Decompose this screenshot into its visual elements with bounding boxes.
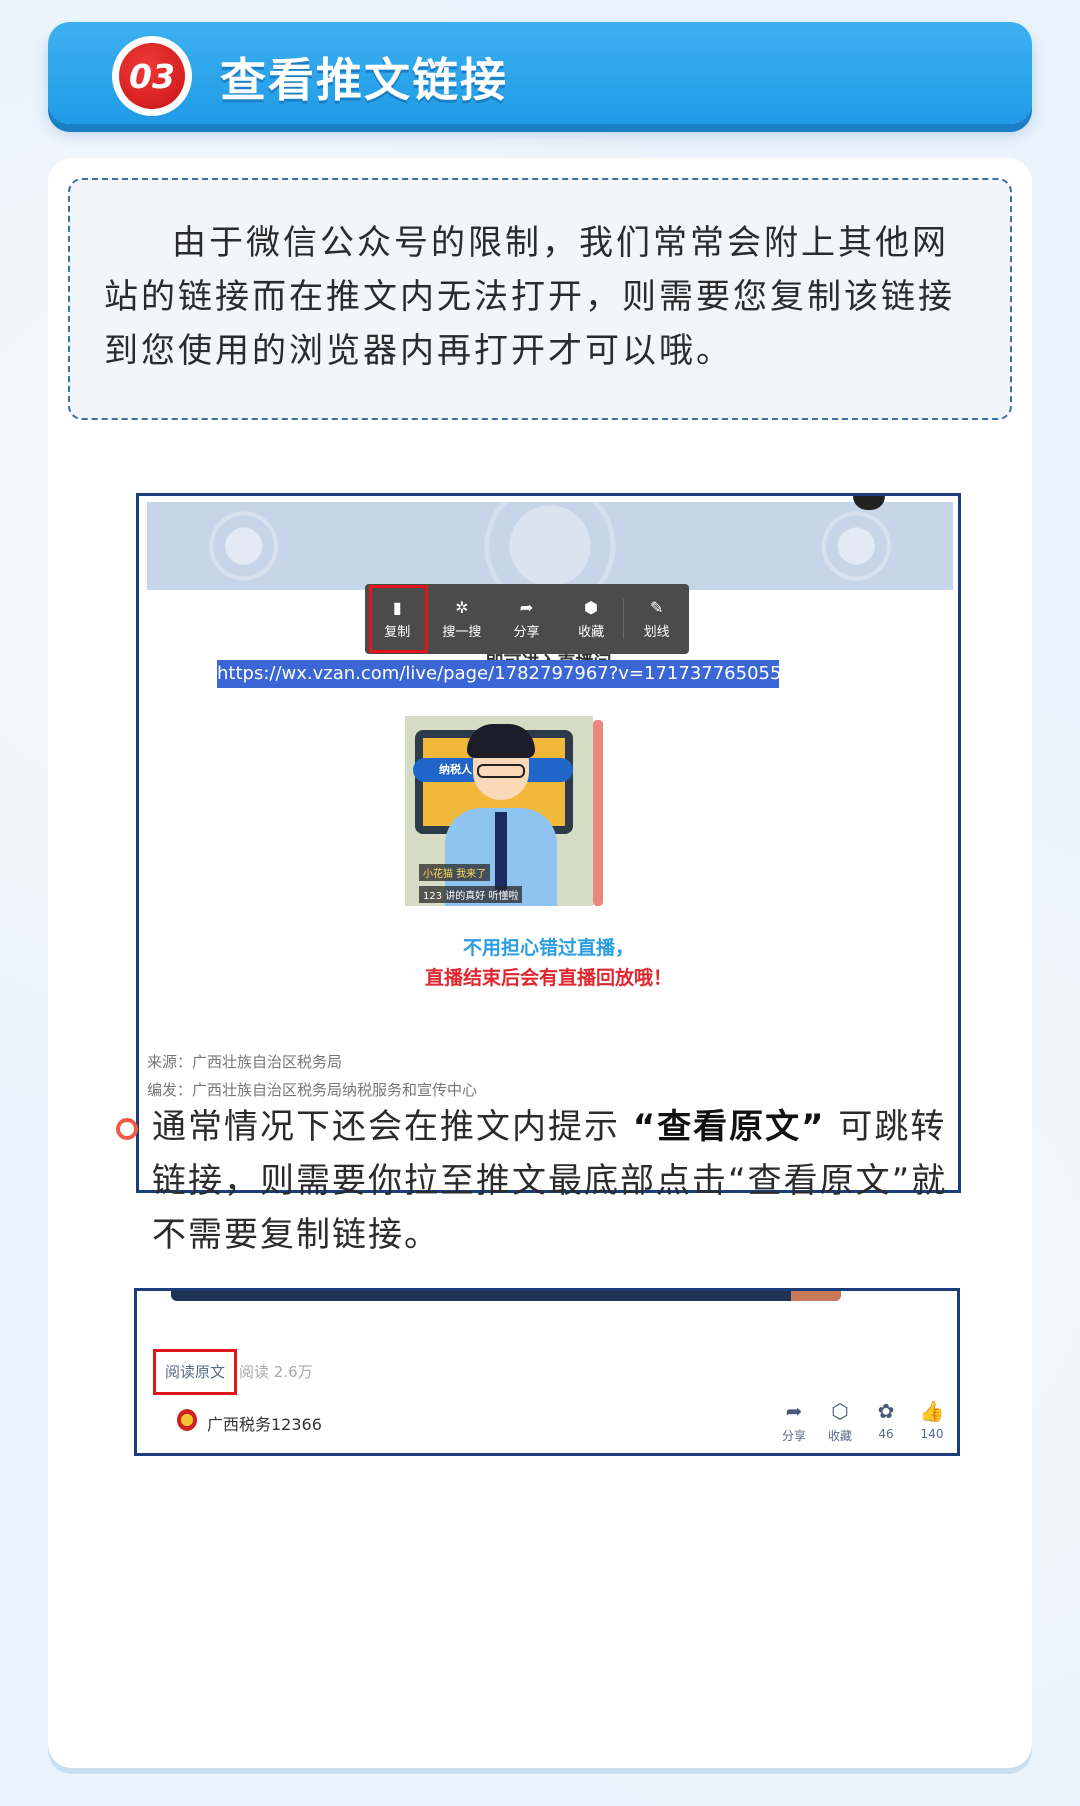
article-screenshot-copy: 即可进入直播间 https://wx.vzan.com/live/page/17… bbox=[136, 493, 961, 1193]
popup-copy-button[interactable]: ▮ 复制 bbox=[365, 584, 430, 654]
illustration-glasses bbox=[477, 764, 525, 778]
section-title: 查看推文链接 bbox=[220, 53, 508, 107]
footer-action-bar: ➦ 分享 ⬡ 收藏 ✿ 46 👍 140 bbox=[782, 1399, 945, 1444]
article-source: 来源：广西壮族自治区税务局 bbox=[147, 1053, 343, 1071]
footer-collect-button[interactable]: ⬡ 收藏 bbox=[828, 1399, 853, 1444]
section-header-banner bbox=[48, 22, 1032, 124]
footer-collect-label: 收藏 bbox=[828, 1429, 853, 1443]
footer-like-count: 140 bbox=[920, 1427, 944, 1441]
text-selection-popup-menu: ▮ 复制 ✲ 搜一搜 ➦ 分享 ⬢ 收藏 ✎ 划线 bbox=[365, 584, 689, 654]
popup-copy-label: 复制 bbox=[384, 624, 411, 640]
bullet-circle-icon bbox=[116, 1118, 138, 1140]
thumbs-up-icon: 👍 bbox=[919, 1399, 945, 1423]
section-number-badge: 03 bbox=[112, 36, 192, 116]
popup-collect-label: 收藏 bbox=[578, 624, 605, 640]
illustration-comment-1: 小花猫 我来了 bbox=[419, 864, 491, 881]
account-name[interactable]: 广西税务12366 bbox=[207, 1411, 322, 1435]
popup-share-label: 分享 bbox=[513, 624, 540, 640]
illustration-hair bbox=[467, 724, 535, 758]
popup-underline-label: 划线 bbox=[643, 624, 670, 640]
share-icon: ➦ bbox=[785, 1399, 803, 1423]
illustration-tie bbox=[495, 812, 507, 892]
article-footer-screenshot: 阅读原文 阅读 2.6万 广西税务12366 ➦ 分享 ⬡ 收藏 ✿ 46 👍 … bbox=[134, 1288, 960, 1456]
collect-icon: ⬡ bbox=[831, 1399, 849, 1423]
popup-search-label: 搜一搜 bbox=[442, 624, 482, 640]
content-card: 由于微信公众号的限制，我们常常会附上其他网站的链接而在推文内无法打开，则需要您复… bbox=[48, 158, 1032, 1768]
section-number: 03 bbox=[119, 43, 185, 109]
footer-top-image-accent bbox=[791, 1291, 841, 1301]
live-stream-illustration: 纳税人 直播 小花猫 我来了 123 讲的真好 听懂啦 bbox=[405, 716, 593, 906]
intro-text: 由于微信公众号的限制，我们常常会附上其他网站的链接而在推文内无法打开，则需要您复… bbox=[68, 178, 1012, 420]
popup-share-button[interactable]: ➦ 分享 bbox=[494, 584, 559, 654]
footer-flower-button[interactable]: ✿ 46 bbox=[875, 1399, 897, 1444]
underline-icon: ✎ bbox=[649, 597, 664, 617]
illustration-comment-2: 123 讲的真好 听懂啦 bbox=[419, 886, 523, 903]
account-logo-icon[interactable] bbox=[177, 1409, 197, 1431]
popup-search-button[interactable]: ✲ 搜一搜 bbox=[430, 584, 495, 654]
popup-underline-button[interactable]: ✎ 划线 bbox=[624, 584, 689, 654]
footer-share-label: 分享 bbox=[782, 1429, 807, 1443]
illustration-side-bar bbox=[593, 720, 603, 906]
popup-collect-button[interactable]: ⬢ 收藏 bbox=[559, 584, 624, 654]
search-icon: ✲ bbox=[455, 597, 469, 617]
footer-share-button[interactable]: ➦ 分享 bbox=[782, 1399, 807, 1444]
replay-note-line1: 不用担心错过直播， bbox=[462, 937, 634, 959]
selected-url-link[interactable]: https://wx.vzan.com/live/page/1782797967… bbox=[217, 660, 779, 688]
footer-top-image bbox=[171, 1291, 841, 1301]
article-header-image bbox=[147, 502, 953, 590]
footer-like-button[interactable]: 👍 140 bbox=[919, 1399, 945, 1444]
tip-text-part1: 通常情况下还会在推文内提示 bbox=[152, 1107, 620, 1147]
copy-icon: ▮ bbox=[392, 597, 402, 617]
read-count: 阅读 2.6万 bbox=[239, 1363, 313, 1381]
share-icon: ➦ bbox=[519, 597, 534, 617]
read-original-tip: 通常情况下还会在推文内提示 “查看原文” 可跳转链接，则需要你拉至推文最底部点击… bbox=[152, 1100, 972, 1262]
footer-flower-count: 46 bbox=[878, 1427, 894, 1441]
collect-icon: ⬢ bbox=[584, 597, 599, 617]
like-flower-icon: ✿ bbox=[877, 1399, 895, 1423]
read-original-link[interactable]: 阅读原文 bbox=[153, 1349, 237, 1395]
article-editor: 编发：广西壮族自治区税务局纳税服务和宣传中心 bbox=[147, 1081, 478, 1099]
tip-text-bold: “查看原文” bbox=[632, 1107, 826, 1147]
replay-note-line2: 直播结束后会有直播回放哦！ bbox=[424, 967, 672, 989]
